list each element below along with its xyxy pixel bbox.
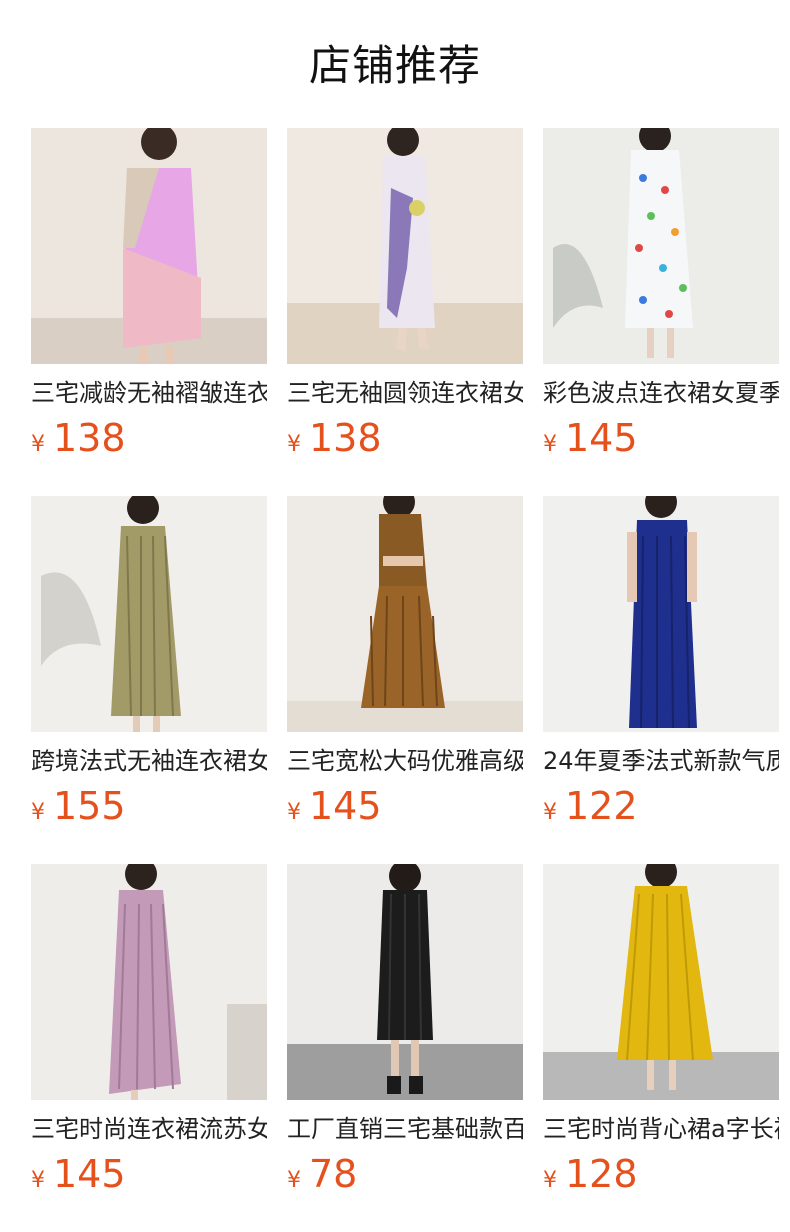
product-price: ¥145 [31, 1150, 126, 1206]
product-image[interactable] [287, 128, 523, 364]
currency-symbol: ¥ [31, 432, 45, 457]
product-price: ¥138 [287, 414, 382, 470]
currency-symbol: ¥ [287, 800, 301, 825]
product-name[interactable]: 三宅时尚连衣裙流苏女 [31, 1112, 267, 1146]
product-name[interactable]: 三宅时尚背心裙a字长裙 [543, 1112, 779, 1146]
price-value: 138 [53, 416, 126, 460]
product-price: ¥122 [543, 782, 638, 838]
page-title: 店铺推荐 [308, 41, 481, 90]
product-price: ¥78 [287, 1150, 357, 1206]
product-name[interactable]: 三宅无袖圆领连衣裙女 [287, 376, 523, 410]
product-price: ¥138 [31, 414, 126, 470]
product-image[interactable] [543, 128, 779, 364]
price-value: 155 [53, 784, 126, 828]
product-name[interactable]: 24年夏季法式新款气质 [543, 744, 779, 778]
price-value: 145 [565, 416, 638, 460]
currency-symbol: ¥ [287, 432, 301, 457]
currency-symbol: ¥ [543, 1168, 557, 1193]
currency-symbol: ¥ [543, 432, 557, 457]
product-image[interactable] [31, 128, 267, 364]
product-image[interactable] [543, 864, 779, 1100]
product-image[interactable] [31, 496, 267, 732]
price-value: 138 [309, 416, 382, 460]
product-image[interactable] [543, 496, 779, 732]
product-image[interactable] [287, 864, 523, 1100]
price-value: 145 [309, 784, 382, 828]
product-price: ¥145 [543, 414, 638, 470]
product-name[interactable]: 工厂直销三宅基础款百 [287, 1112, 523, 1146]
currency-symbol: ¥ [31, 1168, 45, 1193]
product-name[interactable]: 彩色波点连衣裙女夏季 [543, 376, 779, 410]
product-price: ¥155 [31, 782, 126, 838]
price-value: 122 [565, 784, 638, 828]
product-name[interactable]: 三宅减龄无袖褶皱连衣裙 [31, 376, 267, 410]
price-value: 78 [309, 1152, 358, 1196]
product-price: ¥128 [543, 1150, 638, 1206]
product-price: ¥145 [287, 782, 382, 838]
product-name[interactable]: 三宅宽松大码优雅高级 [287, 744, 523, 778]
currency-symbol: ¥ [543, 800, 557, 825]
product-image[interactable] [31, 864, 267, 1100]
currency-symbol: ¥ [31, 800, 45, 825]
product-image[interactable] [287, 496, 523, 732]
price-value: 145 [53, 1152, 126, 1196]
price-value: 128 [565, 1152, 638, 1196]
product-name[interactable]: 跨境法式无袖连衣裙女 [31, 744, 267, 778]
currency-symbol: ¥ [287, 1168, 301, 1193]
